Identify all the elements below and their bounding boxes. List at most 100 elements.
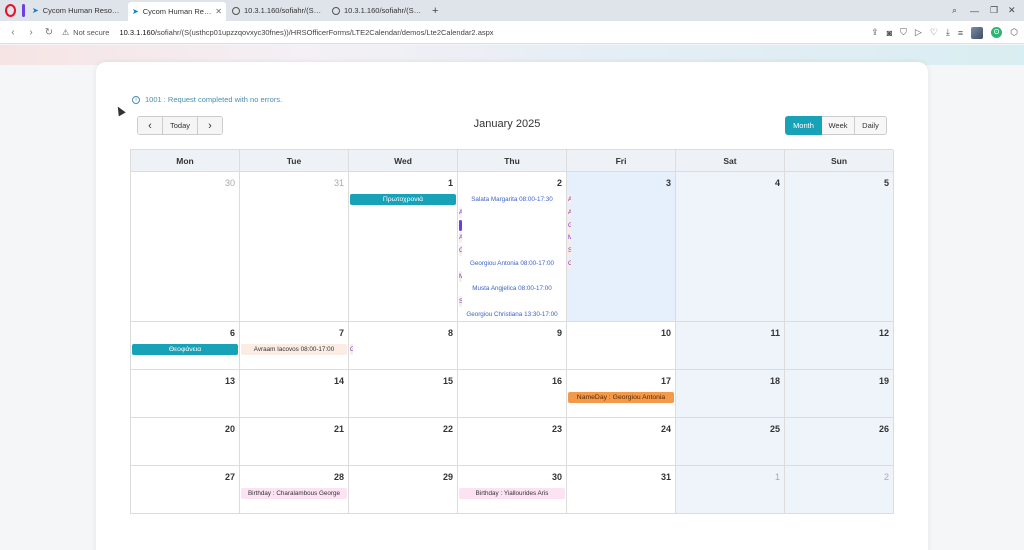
- day-cell[interactable]: 20: [131, 418, 240, 466]
- day-number[interactable]: 23: [552, 424, 562, 434]
- menu-icon[interactable]: ≡: [958, 28, 963, 38]
- browser-tab[interactable]: 10.3.1.160/sofiahr/(S(usthcp01...: [228, 2, 326, 19]
- day-cell[interactable]: 4: [676, 172, 785, 322]
- day-cell[interactable]: 2: [785, 466, 894, 514]
- calendar-event[interactable]: Πρωτοχρονιά: [350, 194, 456, 205]
- new-tab-button[interactable]: +: [432, 5, 438, 17]
- back-icon[interactable]: ‹: [8, 27, 18, 38]
- profile-avatar[interactable]: [971, 26, 984, 39]
- day-number[interactable]: 21: [334, 424, 344, 434]
- reload-icon[interactable]: ↻: [44, 27, 54, 38]
- day-cell[interactable]: 10: [567, 322, 676, 370]
- day-cell[interactable]: 1: [676, 466, 785, 514]
- shield-icon[interactable]: ⛉: [900, 27, 907, 38]
- close-window-icon[interactable]: ✕: [1008, 0, 1016, 21]
- search-tabs-icon[interactable]: ⌕: [952, 0, 957, 21]
- browser-tab[interactable]: ➤ Cycom Human Resourses: [28, 2, 126, 19]
- calendar-event[interactable]: Georgiou Christiana 08:00-14:00: [568, 257, 571, 269]
- calendar-event[interactable]: Θεοφάνεια: [132, 344, 238, 355]
- not-secure-label[interactable]: Not secure: [73, 28, 109, 37]
- day-number[interactable]: 30: [225, 178, 235, 188]
- url-field[interactable]: 10.3.1.160/sofiahr/(S(usthcp01upzzqovxyc…: [119, 28, 493, 37]
- day-number[interactable]: 24: [661, 424, 671, 434]
- today-button[interactable]: Today: [162, 117, 198, 134]
- day-cell[interactable]: 16: [458, 370, 567, 418]
- play-icon[interactable]: ▷: [915, 27, 922, 38]
- calendar-event[interactable]: Melidou Efterpi 08:00-17:00: [568, 232, 571, 244]
- day-cell[interactable]: 26: [785, 418, 894, 466]
- day-number[interactable]: 19: [879, 376, 889, 386]
- view-month-button[interactable]: Month: [785, 116, 822, 135]
- day-number[interactable]: 7: [339, 328, 344, 338]
- day-number[interactable]: 1: [775, 472, 780, 482]
- day-number[interactable]: 10: [661, 328, 671, 338]
- day-cell[interactable]: 5: [785, 172, 894, 322]
- calendar-event[interactable]: Georgiou Antonia 08:00-17:00: [459, 258, 565, 269]
- camera-icon[interactable]: ◙: [887, 28, 892, 38]
- day-cell[interactable]: 27: [131, 466, 240, 514]
- day-number[interactable]: 16: [552, 376, 562, 386]
- day-cell[interactable]: 29: [349, 466, 458, 514]
- day-cell[interactable]: 1 Πρωτοχρονιά: [349, 172, 458, 322]
- day-cell[interactable]: 31: [240, 172, 349, 322]
- calendar-event[interactable]: Birthday : Yiallourides Aris: [459, 488, 565, 499]
- heart-icon[interactable]: ♡: [930, 27, 938, 38]
- day-number[interactable]: 2: [884, 472, 889, 482]
- calendar-event[interactable]: Georgiou Christiana 13:30-17:00: [459, 309, 565, 320]
- day-cell[interactable]: 22: [349, 418, 458, 466]
- day-number[interactable]: 22: [443, 424, 453, 434]
- calendar-event[interactable]: Avraam Iacovos 08:00-17:00: [241, 344, 347, 355]
- calendar-event[interactable]: Georghoudes Stelios 08:00-17:00: [568, 219, 571, 231]
- day-number[interactable]: 14: [334, 376, 344, 386]
- day-number[interactable]: 11: [770, 328, 780, 338]
- prev-month-button[interactable]: ‹: [138, 117, 162, 134]
- day-cell[interactable]: 6 Θεοφάνεια: [131, 322, 240, 370]
- day-number[interactable]: 27: [225, 472, 235, 482]
- day-number[interactable]: 6: [230, 328, 235, 338]
- calendar-event[interactable]: Agraniti Konstantina 08:00-17:00: [459, 206, 462, 218]
- close-tab-icon[interactable]: ✕: [215, 7, 222, 16]
- day-cell[interactable]: 21: [240, 418, 349, 466]
- calendar-event[interactable]: NameDay : Georgiou Antonia: [568, 392, 674, 403]
- day-number[interactable]: 4: [775, 178, 780, 188]
- day-number[interactable]: 5: [884, 178, 889, 188]
- not-secure-icon[interactable]: ⚠: [62, 28, 69, 37]
- day-cell[interactable]: 18: [676, 370, 785, 418]
- day-cell[interactable]: 11: [676, 322, 785, 370]
- day-number[interactable]: 31: [334, 178, 344, 188]
- day-cell[interactable]: 17 NameDay : Georgiou Antonia: [567, 370, 676, 418]
- day-cell[interactable]: 30: [131, 172, 240, 322]
- day-cell[interactable]: 8 Georgiou Christiana 08:00-17:00: [349, 322, 458, 370]
- day-number[interactable]: 2: [557, 178, 562, 188]
- browser-tab[interactable]: 10.3.1.160/sofiahr/(S(usthc...: [328, 2, 426, 19]
- calendar-event[interactable]: Birthday : Charalambous George: [241, 488, 347, 499]
- calendar-event[interactable]: Andreopoulos George 08:00-17:00: [568, 206, 571, 218]
- share-icon[interactable]: ⇪: [871, 27, 879, 38]
- day-cell[interactable]: 23: [458, 418, 567, 466]
- day-number[interactable]: 3: [666, 178, 671, 188]
- extension-icon[interactable]: ʘ: [991, 27, 1003, 38]
- day-number[interactable]: 13: [225, 376, 235, 386]
- day-cell[interactable]: 7 Avraam Iacovos 08:00-17:00: [240, 322, 349, 370]
- day-number[interactable]: 9: [557, 328, 562, 338]
- browser-tab-active[interactable]: ➤ Cycom Human Resourses ✕: [128, 2, 226, 21]
- day-number[interactable]: 28: [334, 472, 344, 482]
- view-week-button[interactable]: Week: [822, 116, 855, 135]
- day-cell[interactable]: 12: [785, 322, 894, 370]
- next-month-button[interactable]: ›: [198, 117, 222, 134]
- day-cell[interactable]: 15: [349, 370, 458, 418]
- restore-icon[interactable]: ❐: [990, 0, 998, 21]
- view-daily-button[interactable]: Daily: [855, 116, 887, 135]
- day-number[interactable]: 25: [770, 424, 780, 434]
- day-cell[interactable]: 28 Birthday : Charalambous George: [240, 466, 349, 514]
- download-icon[interactable]: ⤓: [946, 27, 950, 38]
- calendar-event[interactable]: Agraniti Konstantina 08:00-17:00: [568, 194, 571, 205]
- calendar-event[interactable]: Stathopoulos Anastasios 08:00-17:00: [568, 245, 571, 256]
- day-number[interactable]: 15: [443, 376, 453, 386]
- day-cell[interactable]: 19: [785, 370, 894, 418]
- calendar-event[interactable]: Melidou Efterpi 08:00-17:00: [459, 270, 462, 282]
- day-number[interactable]: 1: [448, 178, 453, 188]
- cube-icon[interactable]: ⬡: [1010, 27, 1018, 38]
- calendar-event[interactable]: Salata Margarita 08:00-17:30: [459, 194, 565, 205]
- day-number[interactable]: 12: [879, 328, 889, 338]
